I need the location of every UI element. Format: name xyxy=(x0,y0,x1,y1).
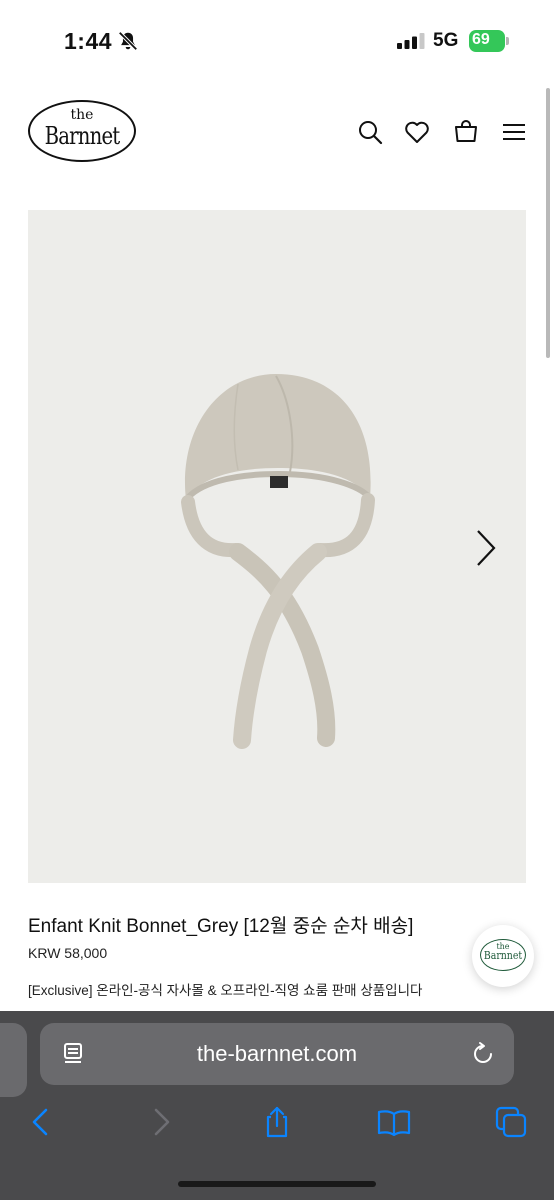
product-price: KRW 58,000 xyxy=(28,945,108,961)
shopping-bag-icon[interactable] xyxy=(452,118,480,146)
cellular-signal-icon xyxy=(397,33,425,49)
logo-name: Barnnet xyxy=(44,122,121,150)
search-icon[interactable] xyxy=(356,118,384,146)
forward-icon[interactable] xyxy=(144,1105,178,1139)
knit-bonnet-image xyxy=(181,374,375,749)
tabs-icon[interactable] xyxy=(494,1105,528,1139)
page-scrollbar[interactable] xyxy=(546,88,550,358)
product-title: Enfant Knit Bonnet_Grey [12월 중순 순차 배송] xyxy=(28,916,414,937)
address-bar[interactable]: the-barnnet.com xyxy=(40,1023,514,1085)
floating-brand-button[interactable]: the Barnnet xyxy=(472,925,534,987)
share-icon[interactable] xyxy=(260,1105,294,1139)
home-indicator xyxy=(178,1181,376,1187)
previous-tab-edge[interactable] xyxy=(0,1023,27,1097)
back-icon[interactable] xyxy=(24,1105,58,1139)
site-logo[interactable]: the Barnnet xyxy=(28,98,136,164)
battery-icon: 69 xyxy=(469,30,509,52)
network-type: 5G xyxy=(433,30,459,51)
product-note: [Exclusive] 온라인-공식 자사몰 & 오프라인-직영 쇼룸 판매 상… xyxy=(28,983,423,998)
menu-icon[interactable] xyxy=(500,118,528,146)
status-time: 1:44 xyxy=(64,28,113,54)
browser-toolbar: the-barnnet.com xyxy=(0,1011,554,1200)
reload-icon[interactable] xyxy=(470,1041,496,1067)
wishlist-heart-icon[interactable] xyxy=(403,118,431,146)
bookmarks-icon[interactable] xyxy=(377,1105,411,1139)
battery-level: 69 xyxy=(472,31,490,48)
silent-mode-icon xyxy=(117,30,139,52)
product-image[interactable] xyxy=(28,210,526,883)
next-image-arrow-icon[interactable] xyxy=(474,528,498,568)
url-text: the-barnnet.com xyxy=(196,1041,358,1066)
badge-name: Barnnet xyxy=(483,949,523,962)
logo-the: the xyxy=(70,107,94,123)
status-bar: 1:44 5G 69 xyxy=(0,0,554,84)
